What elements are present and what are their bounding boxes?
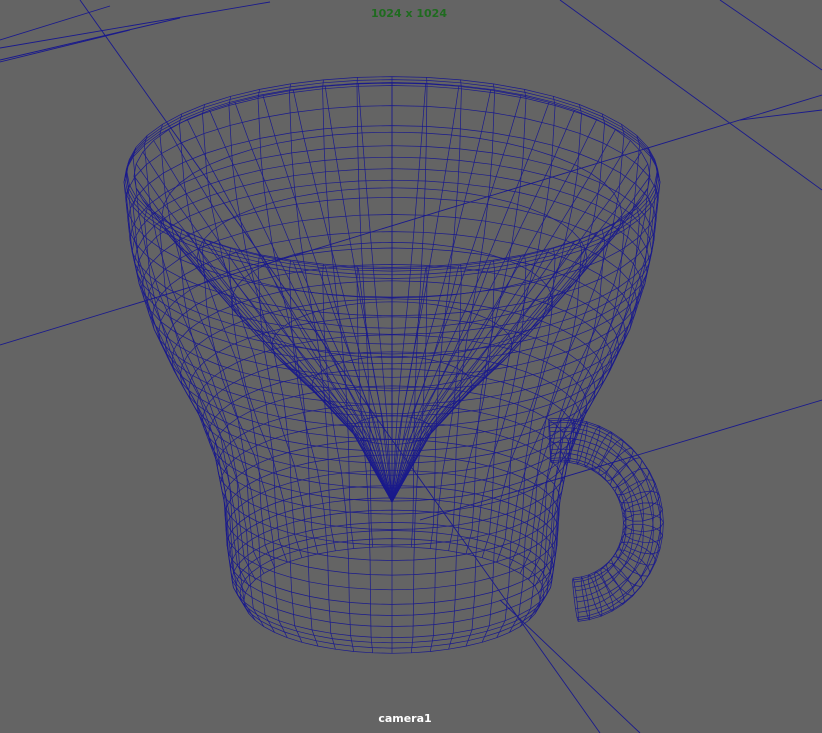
cup-meridian: [125, 159, 246, 594]
cup-meridian: [125, 184, 246, 608]
grid-line: [0, 29, 131, 63]
cup-meridian: [410, 77, 428, 548]
cup-meridian: [159, 124, 265, 574]
cup-meridian: [356, 77, 374, 548]
cup-meridian: [123, 171, 245, 601]
cup-inner-meridian: [391, 187, 649, 503]
cup-inner-meridian: [168, 129, 393, 503]
handle-ring: [572, 578, 579, 622]
cup-meridian: [539, 171, 661, 601]
grid-line: [0, 1, 271, 49]
cup-meridian: [538, 159, 659, 594]
cup-meridian: [538, 184, 659, 608]
cup-inner-meridian: [135, 187, 393, 503]
cup-inner-meridian: [153, 211, 393, 503]
cup-inner-meridian: [153, 140, 393, 503]
handle-longitude: [550, 441, 634, 583]
grid-line: [719, 0, 822, 71]
handle-ring: [584, 425, 601, 468]
cup-meridian: [534, 147, 652, 587]
perspective-viewport[interactable]: 1024 x 1024 camera1: [0, 0, 822, 733]
grid-line: [0, 17, 181, 61]
cup-meridian: [519, 124, 625, 574]
grid-line: [559, 0, 822, 191]
handle-ring: [600, 566, 625, 605]
teacup-wireframe[interactable]: [123, 76, 661, 654]
viewport-canvas[interactable]: [0, 0, 822, 733]
grid-line: [0, 5, 111, 41]
handle-ring: [580, 575, 591, 621]
cup-inner-meridian: [391, 129, 616, 503]
cup-inner-meridian: [391, 140, 631, 503]
grid-line: [499, 599, 641, 733]
grid-line: [739, 109, 822, 121]
